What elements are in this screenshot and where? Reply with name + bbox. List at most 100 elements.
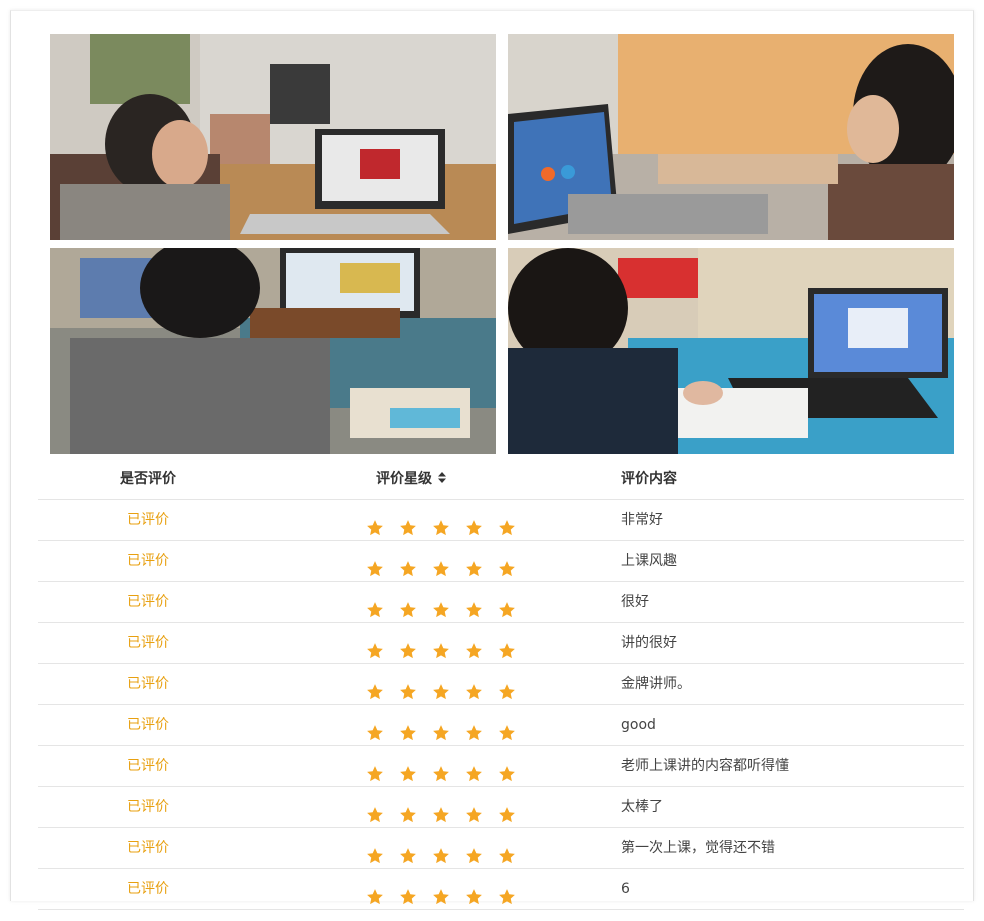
star-icon (366, 717, 384, 740)
table-row: 已评价 上课风趣 (38, 541, 964, 582)
star-icon (432, 676, 450, 699)
table-header-row: 是否评价 评价星级 评价内容 (38, 459, 964, 500)
star-icon (366, 553, 384, 576)
star-icon (432, 840, 450, 863)
star-icon (432, 553, 450, 576)
comment-text: 金牌讲师。 (621, 676, 691, 692)
star-icon (498, 512, 516, 535)
star-rating (346, 787, 546, 827)
star-icon (498, 635, 516, 658)
header-rating-label: 评价星级 (376, 471, 432, 487)
star-icon (432, 799, 450, 822)
star-rating (346, 623, 546, 663)
star-icon (399, 799, 417, 822)
status-badge: 已评价 (127, 758, 169, 774)
star-rating (346, 500, 546, 540)
comment-text: 很好 (621, 594, 649, 610)
star-rating (346, 541, 546, 581)
star-icon (465, 758, 483, 781)
photo-student-3 (50, 248, 496, 454)
status-badge: 已评价 (127, 717, 169, 733)
status-badge: 已评价 (127, 635, 169, 651)
star-icon (498, 799, 516, 822)
star-icon (432, 717, 450, 740)
table-row: 已评价 第一次上课，觉得还不错 (38, 828, 964, 869)
star-icon (399, 758, 417, 781)
star-icon (399, 881, 417, 904)
star-icon (399, 717, 417, 740)
star-icon (366, 799, 384, 822)
sort-icon[interactable] (438, 472, 446, 486)
star-icon (465, 676, 483, 699)
star-icon (366, 635, 384, 658)
star-icon (465, 717, 483, 740)
star-icon (399, 676, 417, 699)
comment-text: 第一次上课，觉得还不错 (621, 840, 775, 856)
star-icon (465, 512, 483, 535)
star-icon (498, 676, 516, 699)
status-badge: 已评价 (127, 512, 169, 528)
comment-text: 讲的很好 (621, 635, 677, 651)
table-row: 已评价 非常好 (38, 500, 964, 541)
star-rating (346, 828, 546, 868)
comment-text: 6 (621, 881, 630, 897)
star-icon (498, 717, 516, 740)
star-icon (465, 799, 483, 822)
star-icon (432, 881, 450, 904)
table-row: 已评价 太棒了 (38, 787, 964, 828)
star-rating (346, 869, 546, 909)
star-icon (432, 635, 450, 658)
table-row: 已评价 讲的很好 (38, 623, 964, 664)
star-icon (465, 881, 483, 904)
star-icon (432, 758, 450, 781)
star-icon (432, 594, 450, 617)
star-rating (346, 705, 546, 745)
header-comment: 评价内容 (621, 471, 677, 487)
star-icon (399, 840, 417, 863)
star-icon (465, 594, 483, 617)
star-icon (366, 840, 384, 863)
star-icon (498, 758, 516, 781)
status-badge: 已评价 (127, 676, 169, 692)
status-badge: 已评价 (127, 881, 169, 897)
star-rating (346, 746, 546, 786)
star-icon (366, 512, 384, 535)
evaluation-table: 是否评价 评价星级 评价内容 已评价 非常好 已评价 上课风趣 已评价 很好 已评价 讲的很好… (38, 459, 964, 910)
comment-text: good (621, 717, 656, 733)
star-icon (366, 676, 384, 699)
table-row: 已评价 6 (38, 869, 964, 910)
comment-text: 老师上课讲的内容都听得懂 (621, 758, 789, 774)
star-icon (366, 881, 384, 904)
table-row: 已评价 老师上课讲的内容都听得懂 (38, 746, 964, 787)
header-status: 是否评价 (120, 471, 176, 487)
star-icon (399, 635, 417, 658)
star-icon (399, 553, 417, 576)
comment-text: 上课风趣 (621, 553, 677, 569)
star-rating (346, 582, 546, 622)
star-rating (346, 664, 546, 704)
status-badge: 已评价 (127, 799, 169, 815)
comment-text: 太棒了 (621, 799, 663, 815)
star-icon (465, 840, 483, 863)
photo-student-2 (508, 34, 954, 240)
star-icon (432, 512, 450, 535)
star-icon (366, 594, 384, 617)
comment-text: 非常好 (621, 512, 663, 528)
photo-student-1 (50, 34, 496, 240)
status-badge: 已评价 (127, 840, 169, 856)
table-row: 已评价 金牌讲师。 (38, 664, 964, 705)
star-icon (399, 594, 417, 617)
star-icon (399, 512, 417, 535)
photo-grid (50, 34, 954, 454)
status-badge: 已评价 (127, 594, 169, 610)
star-icon (498, 881, 516, 904)
star-icon (366, 758, 384, 781)
header-rating[interactable]: 评价星级 (376, 459, 576, 499)
star-icon (498, 840, 516, 863)
status-badge: 已评价 (127, 553, 169, 569)
star-icon (465, 553, 483, 576)
table-row: 已评价 good (38, 705, 964, 746)
photo-student-4 (508, 248, 954, 454)
star-icon (498, 553, 516, 576)
star-icon (498, 594, 516, 617)
